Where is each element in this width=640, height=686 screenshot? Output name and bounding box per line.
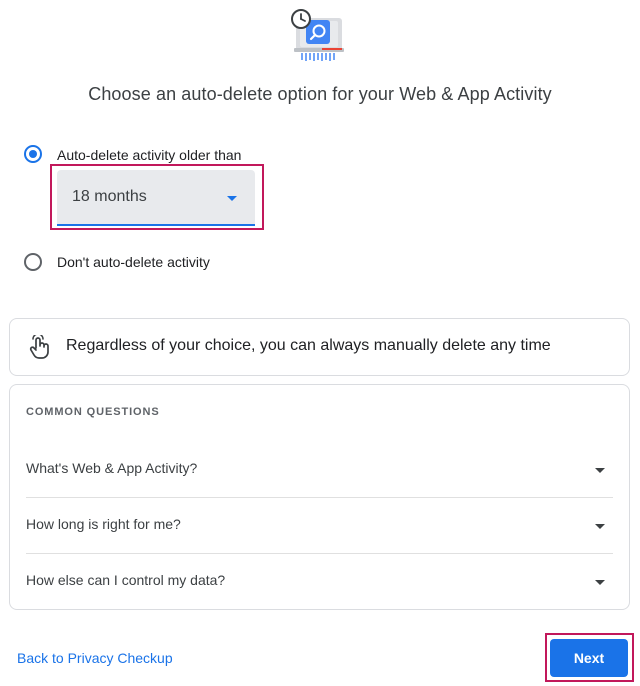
dont-auto-delete-label: Don't auto-delete activity: [57, 254, 210, 270]
page-title: Choose an auto-delete option for your We…: [88, 84, 552, 104]
back-to-privacy-checkup-link[interactable]: Back to Privacy Checkup: [17, 650, 173, 666]
chevron-down-icon: [227, 196, 237, 201]
chevron-down-icon: [595, 580, 605, 585]
history-search-shredder-icon: [286, 8, 352, 66]
duration-select-value: 18 months: [72, 188, 147, 205]
auto-delete-radio[interactable]: [24, 145, 42, 163]
chevron-down-icon: [595, 524, 605, 529]
chevron-down-icon: [595, 468, 605, 473]
faq-item-how-long[interactable]: How long is right for me?: [10, 497, 629, 553]
next-button[interactable]: Next: [550, 639, 628, 677]
common-questions-card: COMMON QUESTIONS What's Web & App Activi…: [9, 384, 630, 610]
faq-question: What's Web & App Activity?: [26, 460, 198, 476]
manual-delete-info-card: Regardless of your choice, you can alway…: [9, 318, 630, 376]
duration-select[interactable]: 18 months: [57, 170, 255, 226]
info-text: Regardless of your choice, you can alway…: [66, 337, 551, 354]
faq-heading: COMMON QUESTIONS: [26, 406, 160, 418]
dont-auto-delete-radio[interactable]: [24, 253, 42, 271]
faq-item-control-data[interactable]: How else can I control my data?: [10, 553, 629, 609]
faq-item-web-app-activity[interactable]: What's Web & App Activity?: [10, 441, 629, 497]
faq-question: How else can I control my data?: [26, 572, 226, 588]
touch-hand-icon: [28, 333, 50, 359]
auto-delete-label: Auto-delete activity older than: [57, 147, 242, 163]
faq-question: How long is right for me?: [26, 516, 181, 532]
